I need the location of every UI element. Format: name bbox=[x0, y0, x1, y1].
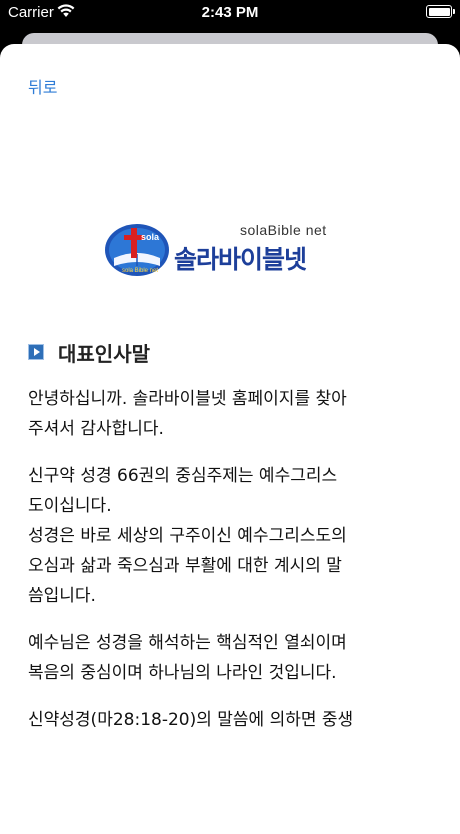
paragraph: 안녕하십니까. 솔라바이블넷 홈페이지를 찾아 주셔서 감사합니다. bbox=[28, 384, 438, 444]
site-logo: sola sola Bible net solaBible net 솔라바이블넷 bbox=[104, 220, 344, 280]
text-line: 예수님은 성경을 해석하는 핵심적인 열쇠이며 bbox=[28, 633, 347, 653]
text-line: 신구약 성경 66권의 중심주제는 예수그리스 bbox=[28, 466, 338, 486]
svg-text:sola: sola bbox=[141, 232, 160, 242]
text-line: 신약성경(마28:18-20)의 말씀에 의하면 중생 bbox=[28, 710, 354, 730]
modal-sheet: 뒤로 sola sola Bible net solaBible net 솔라바… bbox=[0, 44, 460, 834]
arrow-bullet-icon bbox=[28, 344, 44, 360]
text-line: 씀입니다. bbox=[28, 586, 96, 606]
section-title: 대표인사말 bbox=[58, 342, 150, 366]
logo-korean-text: 솔라바이블넷 bbox=[174, 245, 307, 274]
text-line: 오심과 삶과 죽으심과 부활에 대한 계시의 말 bbox=[28, 556, 342, 576]
greeting-content: 안녕하십니까. 솔라바이블넷 홈페이지를 찾아 주셔서 감사합니다. 신구약 성… bbox=[28, 384, 438, 752]
paragraph: 예수님은 성경을 해석하는 핵심적인 열쇠이며 복음의 중심이며 하나님의 나라… bbox=[28, 628, 438, 688]
paragraph: 신구약 성경 66권의 중심주제는 예수그리스 도이십니다. 성경은 바로 세상… bbox=[28, 461, 438, 611]
text-line: 도이십니다. bbox=[28, 496, 112, 516]
svg-text:sola Bible net: sola Bible net bbox=[122, 268, 158, 274]
logo-english-text: solaBible net bbox=[240, 222, 327, 238]
text-line: 복음의 중심이며 하나님의 나라인 것입니다. bbox=[28, 663, 337, 683]
paragraph: 신약성경(마28:18-20)의 말씀에 의하면 중생 bbox=[28, 705, 438, 735]
text-line: 성경은 바로 세상의 구주이신 예수그리스도의 bbox=[28, 526, 347, 546]
text-line: 주셔서 감사합니다. bbox=[28, 419, 164, 439]
cross-book-globe-icon: sola sola Bible net bbox=[104, 222, 170, 282]
back-button[interactable]: 뒤로 bbox=[28, 74, 57, 98]
text-line: 안녕하십니까. 솔라바이블넷 홈페이지를 찾아 bbox=[28, 389, 347, 409]
status-bar: Carrier 2:43 PM bbox=[0, 0, 460, 26]
status-time: 2:43 PM bbox=[201, 4, 259, 21]
battery-icon bbox=[426, 5, 455, 18]
